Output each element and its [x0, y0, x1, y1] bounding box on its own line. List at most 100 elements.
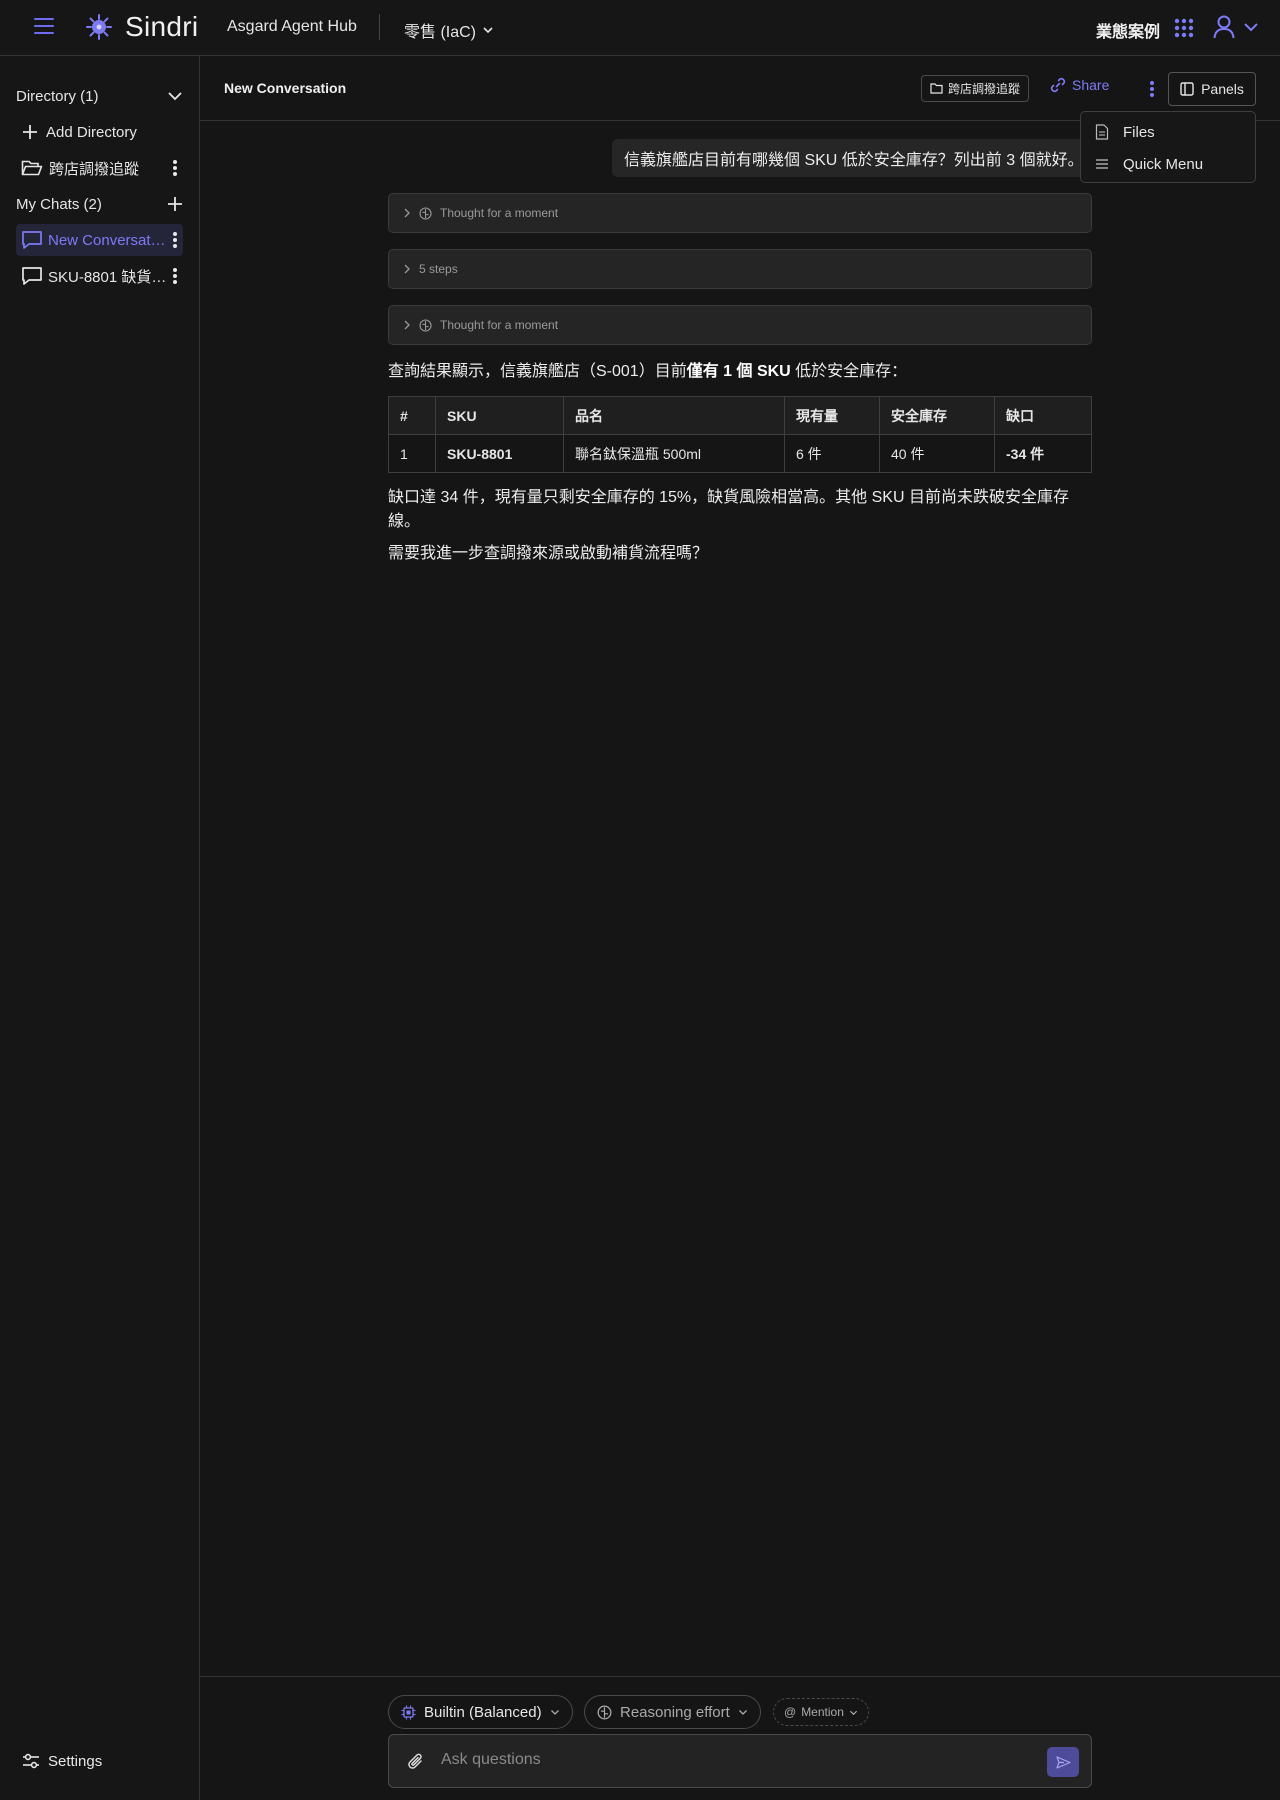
chat-more-icon[interactable]: [167, 230, 183, 250]
share-label: Share: [1072, 77, 1110, 93]
sidebar: Directory (1) Add Directory 跨店調撥追蹤 My Ch…: [0, 56, 200, 1800]
share-button[interactable]: Share: [1050, 77, 1109, 93]
menu-item-quick-menu[interactable]: Quick Menu: [1095, 149, 1203, 179]
answer-intro-emphasis: 僅有 1 個 SKU: [686, 363, 791, 380]
top-bar: Sindri Asgard Agent Hub 零售 (IaC) 業態案例: [0, 0, 1280, 56]
chat-bubble-icon: [22, 231, 42, 249]
table-header-row: # SKU 品名 現有量 安全庫存 缺口: [388, 396, 1092, 435]
chevron-down-icon: [738, 1710, 747, 1715]
paperclip-icon[interactable]: [407, 1752, 425, 1772]
directory-section-label: Directory (1): [16, 87, 99, 105]
settings-sliders-icon: [23, 1753, 39, 1769]
directory-chip[interactable]: 跨店調撥追蹤: [921, 75, 1030, 102]
folder-open-icon: [21, 160, 43, 176]
brain-icon: [419, 206, 432, 220]
list-menu-icon: [1096, 159, 1108, 169]
steps-collapse[interactable]: 5 steps: [388, 249, 1092, 289]
sidebar-chat-item-active[interactable]: New Conversation: [16, 224, 183, 256]
panels-button[interactable]: Panels: [1168, 72, 1256, 106]
chevron-right-icon: [404, 264, 410, 274]
chevron-down-icon: [550, 1710, 559, 1715]
my-chats-section-header: My Chats (2): [16, 188, 183, 220]
table-header: 缺口: [994, 396, 1092, 435]
inventory-table: # SKU 品名 現有量 安全庫存 缺口 1 SKU-8801 聯名鈦保溫瓶 5…: [388, 396, 1092, 473]
send-button[interactable]: [1047, 1747, 1079, 1777]
message-input-placeholder[interactable]: Ask questions: [441, 1751, 541, 1769]
brand-name: Sindri: [125, 11, 199, 42]
folder-icon: [930, 83, 943, 94]
table-header: 現有量: [784, 396, 880, 435]
sidebar-chat-item[interactable]: SKU-8801 缺貨調撥分析: [16, 260, 183, 292]
answer-question: 需要我進一步查調撥來源或啟動補貨流程嗎？: [388, 545, 709, 562]
send-icon: [1055, 1755, 1071, 1769]
workspace-selector[interactable]: 零售 (IaC): [404, 18, 494, 42]
at-sign-icon: @: [784, 1705, 797, 1719]
reasoning-label: Reasoning effort: [620, 1703, 730, 1721]
reasoning-effort-selector[interactable]: Reasoning effort: [584, 1695, 761, 1729]
cpu-chip-icon: [401, 1705, 416, 1719]
table-header: 安全庫存: [879, 396, 995, 435]
thought-label: Thought for a moment: [440, 318, 559, 332]
menu-files-label: Files: [1123, 123, 1155, 141]
plus-icon: [23, 125, 37, 139]
table-cell: 6 件: [784, 434, 880, 473]
thought-collapse-1[interactable]: Thought for a moment: [388, 193, 1092, 233]
steps-label: 5 steps: [419, 262, 458, 276]
table-header: 品名: [563, 396, 785, 435]
chevron-down-icon: [849, 1710, 857, 1715]
menu-quick-label: Quick Menu: [1123, 155, 1204, 173]
brain-icon: [597, 1705, 612, 1719]
user-menu-chevron-icon[interactable]: [1243, 19, 1259, 35]
table-header: SKU: [435, 396, 564, 435]
thought-collapse-2[interactable]: Thought for a moment: [388, 305, 1092, 345]
directory-section-header[interactable]: Directory (1): [16, 80, 183, 112]
directory-more-icon[interactable]: [167, 158, 183, 178]
mention-label: Mention: [801, 1705, 844, 1719]
menu-item-files[interactable]: Files: [1095, 117, 1155, 147]
sidebar-directory-item[interactable]: 跨店調撥追蹤: [16, 152, 183, 184]
mention-button[interactable]: @ Mention: [773, 1698, 869, 1726]
use-cases-link[interactable]: 業態案例: [1096, 18, 1160, 42]
settings-label: Settings: [48, 1752, 103, 1770]
more-options-icon[interactable]: [1144, 79, 1160, 99]
hub-name: Asgard Agent Hub: [227, 18, 357, 35]
table-cell: 聯名鈦保溫瓶 500ml: [563, 434, 785, 473]
header-divider: [379, 14, 380, 40]
panel-layout-icon: [1180, 82, 1194, 96]
user-avatar-icon[interactable]: [1213, 15, 1235, 39]
my-chats-label: My Chats (2): [16, 195, 102, 213]
chevron-right-icon: [404, 320, 410, 330]
message-input-box[interactable]: Ask questions: [388, 1734, 1092, 1788]
link-icon: [1050, 77, 1066, 93]
table-cell: 1: [388, 434, 436, 473]
table-header: #: [388, 396, 436, 435]
new-chat-plus-icon[interactable]: [167, 196, 183, 212]
settings-button[interactable]: Settings: [22, 1752, 102, 1770]
chat-item-label: SKU-8801 缺貨調撥分析: [48, 268, 167, 286]
chat-bubble-icon: [22, 267, 42, 285]
model-label: Builtin (Balanced): [424, 1703, 542, 1721]
apps-grid-icon[interactable]: [1174, 18, 1194, 38]
conversation-title: New Conversation: [224, 80, 347, 96]
directory-item-label: 跨店調撥追蹤: [49, 160, 140, 178]
table-cell: SKU-8801: [435, 434, 564, 473]
thought-label: Thought for a moment: [440, 206, 559, 220]
panels-dropdown-menu: Files Quick Menu: [1080, 111, 1256, 183]
answer-intro: 查詢結果顯示，信義旗艦店（S-001）目前僅有 1 個 SKU 低於安全庫存：: [388, 363, 908, 380]
user-message: 信義旗艦店目前有哪幾個 SKU 低於安全庫存？列出前 3 個就好。: [612, 139, 1096, 177]
composer-divider: [200, 1676, 1280, 1677]
model-selector[interactable]: Builtin (Balanced): [388, 1695, 573, 1729]
file-icon: [1095, 124, 1109, 140]
chevron-down-icon[interactable]: [167, 88, 183, 104]
table-cell: 40 件: [879, 434, 995, 473]
brain-icon: [419, 318, 432, 332]
workspace-label: 零售 (IaC): [404, 24, 477, 41]
table-cell: -34 件: [994, 434, 1092, 473]
answer-body: 缺口達 34 件，現有量只剩安全庫存的 15%，缺貨風險相當高。其他 SKU 目…: [388, 489, 1069, 530]
chat-item-label: New Conversation: [48, 231, 167, 249]
hamburger-menu-icon[interactable]: [34, 18, 54, 36]
table-row: 1 SKU-8801 聯名鈦保溫瓶 500ml 6 件 40 件 -34 件: [388, 434, 1092, 473]
add-directory-label: Add Directory: [46, 123, 137, 141]
chat-more-icon[interactable]: [167, 266, 183, 286]
add-directory-button[interactable]: Add Directory: [16, 116, 183, 148]
